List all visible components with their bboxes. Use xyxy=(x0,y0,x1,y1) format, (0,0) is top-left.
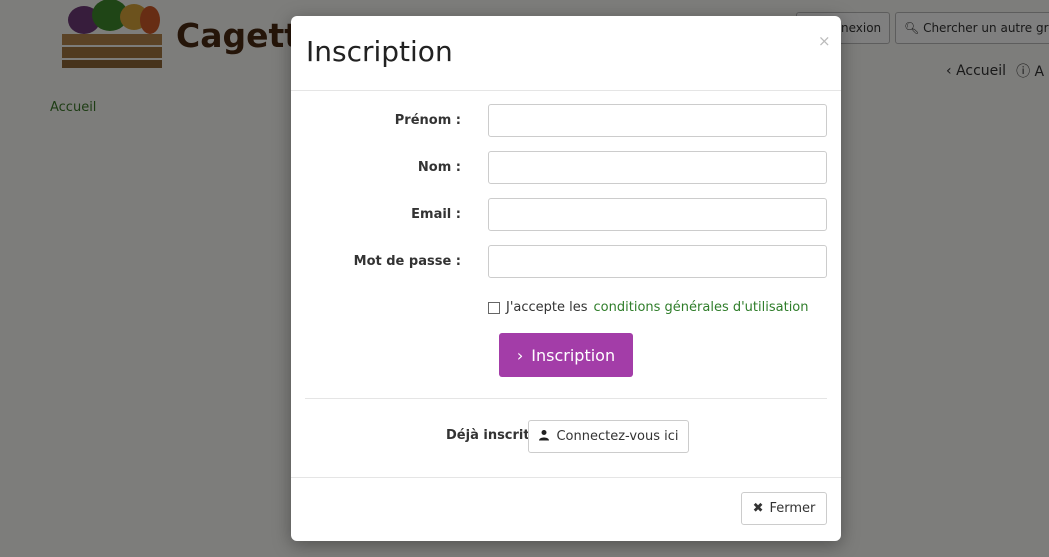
login-button-label: Connectez-vous ici xyxy=(556,429,679,444)
lastname-field[interactable] xyxy=(488,151,827,184)
firstname-label: Prénom : xyxy=(394,113,461,128)
terms-row: J'accepte les conditions générales d'uti… xyxy=(488,300,809,315)
close-button-label: Fermer xyxy=(769,501,816,516)
lastname-label: Nom : xyxy=(417,160,461,175)
email-field[interactable] xyxy=(488,198,827,231)
firstname-field[interactable] xyxy=(488,104,827,137)
signup-button-label: Inscription xyxy=(531,345,616,365)
login-button[interactable]: Connectez-vous ici xyxy=(528,420,689,453)
terms-link[interactable]: conditions générales d'utilisation xyxy=(594,300,809,315)
password-field[interactable] xyxy=(488,245,827,278)
terms-prefix: J'accepte les xyxy=(506,300,588,315)
close-button[interactable]: ✖ Fermer xyxy=(741,492,827,525)
body-divider xyxy=(305,398,827,399)
terms-checkbox[interactable] xyxy=(488,301,500,314)
close-icon: ✖ xyxy=(752,501,764,516)
modal-title: Inscription xyxy=(306,35,453,68)
header-divider xyxy=(291,90,841,91)
email-label: Email : xyxy=(411,207,461,222)
footer-divider xyxy=(291,477,841,478)
chevron-right-icon: › xyxy=(516,345,524,365)
signup-button[interactable]: › Inscription xyxy=(499,333,633,377)
password-label: Mot de passe : xyxy=(353,254,461,269)
close-icon[interactable]: × xyxy=(818,32,831,50)
signup-modal: Inscription × Prénom : Nom : Email : Mot… xyxy=(291,16,841,541)
user-icon xyxy=(538,429,550,445)
